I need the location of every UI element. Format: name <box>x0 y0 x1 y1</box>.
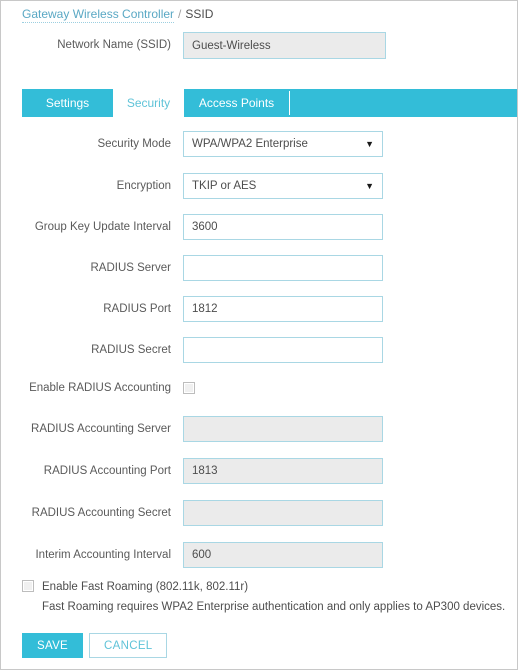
chevron-down-icon: ▼ <box>365 181 374 191</box>
radius-secret-label: RADIUS Secret <box>91 344 171 356</box>
save-button[interactable]: SAVE <box>22 633 84 658</box>
radius-accounting-secret-row: RADIUS Accounting Secret <box>1 500 517 526</box>
group-key-update-interval-row: Group Key Update Interval <box>1 214 517 240</box>
radius-port-row: RADIUS Port <box>1 296 517 322</box>
enable-radius-accounting-control <box>183 375 203 401</box>
tab-settings[interactable]: Settings <box>22 89 113 117</box>
radius-port-label: RADIUS Port <box>103 303 171 315</box>
radius-accounting-secret-control <box>183 500 383 526</box>
radius-accounting-server-control <box>183 416 383 442</box>
group-key-update-interval-input[interactable] <box>183 214 383 240</box>
enable-radius-accounting-row: Enable RADIUS Accounting <box>1 375 517 401</box>
interim-accounting-interval-input[interactable] <box>183 542 383 568</box>
radius-accounting-port-control <box>183 458 383 484</box>
tab-access-points[interactable]: Access Points <box>184 89 289 117</box>
ssid-security-page: Gateway Wireless Controller / SSID Network… <box>0 0 518 670</box>
breadcrumb-link-gateway-wireless-controller[interactable]: Gateway Wireless Controller <box>22 7 175 23</box>
radius-accounting-server-input[interactable] <box>183 416 383 442</box>
group-key-update-interval-control <box>183 214 383 240</box>
security-mode-control: WPA/WPA2 Enterprise ▼ <box>183 131 383 157</box>
encryption-select[interactable]: TKIP or AES ▼ <box>183 173 383 199</box>
enable-fast-roaming-label: Enable Fast Roaming (802.11k, 802.11r) <box>42 581 249 594</box>
radius-port-input[interactable] <box>183 296 383 322</box>
encryption-value: TKIP or AES <box>192 180 257 192</box>
radius-accounting-port-label: RADIUS Accounting Port <box>43 465 171 477</box>
chevron-down-icon: ▼ <box>365 139 374 149</box>
network-name-input[interactable] <box>183 32 386 59</box>
radius-accounting-secret-label: RADIUS Accounting Secret <box>31 507 171 519</box>
radius-secret-row: RADIUS Secret <box>1 337 517 363</box>
checkbox-inner <box>23 581 33 591</box>
encryption-label: Encryption <box>116 180 171 192</box>
checkbox-inner <box>184 382 194 393</box>
network-name-label: Network Name (SSID) <box>57 39 171 51</box>
group-key-update-interval-label: Group Key Update Interval <box>34 221 171 233</box>
breadcrumb-separator: / <box>178 7 182 21</box>
interim-accounting-interval-label: Interim Accounting Interval <box>35 549 171 561</box>
security-mode-value: WPA/WPA2 Enterprise <box>192 138 308 150</box>
action-bar: SAVE CANCEL <box>22 633 168 658</box>
tab-bar: Settings Security Access Points <box>22 89 517 117</box>
radius-server-row: RADIUS Server <box>1 255 517 281</box>
network-name-control <box>183 32 386 59</box>
radius-server-input[interactable] <box>183 255 383 281</box>
radius-accounting-server-row: RADIUS Accounting Server <box>1 416 517 442</box>
tab-divider <box>289 91 290 115</box>
radius-accounting-port-row: RADIUS Accounting Port <box>1 458 517 484</box>
enable-radius-accounting-label: Enable RADIUS Accounting <box>29 382 171 394</box>
radius-server-control <box>183 255 383 281</box>
enable-fast-roaming-row[interactable]: Enable Fast Roaming (802.11k, 802.11r) <box>22 580 249 594</box>
enable-fast-roaming-checkbox[interactable] <box>22 580 34 592</box>
tab-security[interactable]: Security <box>113 89 184 117</box>
radius-server-label: RADIUS Server <box>90 262 171 274</box>
radius-secret-input[interactable] <box>183 337 383 363</box>
radius-accounting-server-label: RADIUS Accounting Server <box>31 423 171 435</box>
radius-accounting-secret-input[interactable] <box>183 500 383 526</box>
interim-accounting-interval-control <box>183 542 383 568</box>
radius-accounting-port-input[interactable] <box>183 458 383 484</box>
security-mode-row: Security Mode WPA/WPA2 Enterprise ▼ <box>1 131 517 157</box>
cancel-button[interactable]: CANCEL <box>89 633 168 658</box>
encryption-control: TKIP or AES ▼ <box>183 173 383 199</box>
breadcrumb: Gateway Wireless Controller / SSID <box>22 7 214 23</box>
network-name-row: Network Name (SSID) <box>1 32 517 59</box>
enable-radius-accounting-checkbox[interactable] <box>183 381 195 394</box>
security-mode-select[interactable]: WPA/WPA2 Enterprise ▼ <box>183 131 383 157</box>
security-mode-label: Security Mode <box>97 138 171 150</box>
breadcrumb-current-ssid: SSID <box>185 7 214 21</box>
radius-secret-control <box>183 337 383 363</box>
encryption-row: Encryption TKIP or AES ▼ <box>1 173 517 199</box>
radius-port-control <box>183 296 383 322</box>
interim-accounting-interval-row: Interim Accounting Interval <box>1 542 517 568</box>
fast-roaming-help-text: Fast Roaming requires WPA2 Enterprise au… <box>42 601 506 613</box>
